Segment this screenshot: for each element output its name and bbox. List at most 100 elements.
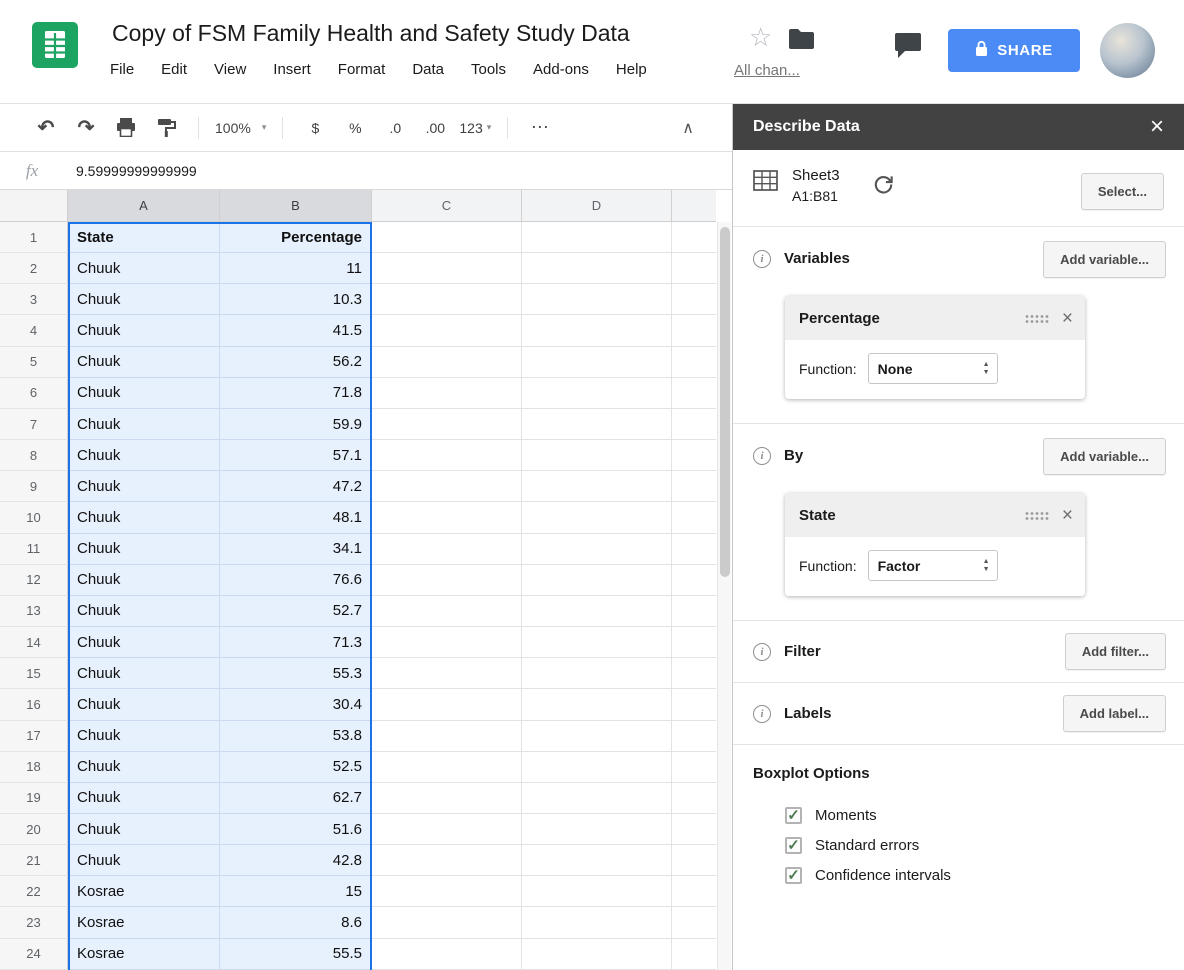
cell[interactable]: 53.8 [220, 721, 372, 752]
cell[interactable] [372, 253, 522, 284]
remove-variable-icon[interactable]: × [1062, 309, 1073, 328]
row-number[interactable]: 3 [0, 284, 68, 315]
folder-icon[interactable] [788, 28, 815, 54]
document-title[interactable]: Copy of FSM Family Health and Safety Stu… [112, 20, 630, 47]
drag-handle-icon[interactable] [1024, 314, 1050, 324]
cell[interactable] [672, 315, 716, 346]
cell[interactable] [522, 440, 672, 471]
row-number[interactable]: 14 [0, 627, 68, 658]
row-number[interactable]: 7 [0, 409, 68, 440]
row-number[interactable]: 18 [0, 752, 68, 783]
formula-input[interactable]: 9.59999999999999 [64, 163, 732, 179]
row-number[interactable]: 24 [0, 939, 68, 970]
comment-icon[interactable] [893, 33, 923, 66]
row-number[interactable]: 15 [0, 658, 68, 689]
close-icon[interactable]: × [1150, 115, 1164, 139]
menu-file[interactable]: File [110, 61, 134, 78]
cell[interactable]: 48.1 [220, 502, 372, 533]
info-icon[interactable]: i [753, 250, 771, 268]
vertical-scrollbar[interactable] [717, 222, 731, 970]
cell[interactable] [372, 440, 522, 471]
cell[interactable]: Chuuk [68, 409, 220, 440]
cell[interactable] [522, 253, 672, 284]
cell[interactable] [522, 284, 672, 315]
cell[interactable]: Chuuk [68, 721, 220, 752]
row-number[interactable]: 16 [0, 689, 68, 720]
menu-format[interactable]: Format [338, 61, 386, 78]
select-all-corner[interactable] [0, 190, 68, 221]
cell[interactable] [372, 907, 522, 938]
cell[interactable]: 76.6 [220, 565, 372, 596]
cell[interactable] [522, 409, 672, 440]
undo-button[interactable]: ↶ [30, 112, 62, 144]
format-button-[interactable]: % [339, 112, 371, 144]
cell[interactable] [672, 939, 716, 970]
cell[interactable] [522, 689, 672, 720]
cell[interactable] [672, 440, 716, 471]
cell[interactable] [672, 502, 716, 533]
cell[interactable]: Chuuk [68, 440, 220, 471]
cell[interactable] [522, 814, 672, 845]
column-header-partial[interactable] [672, 190, 716, 221]
menu-help[interactable]: Help [616, 61, 647, 78]
cell[interactable]: Chuuk [68, 814, 220, 845]
cell[interactable] [372, 939, 522, 970]
cell[interactable] [672, 689, 716, 720]
cell[interactable]: 51.6 [220, 814, 372, 845]
cell[interactable] [672, 253, 716, 284]
cell[interactable] [372, 502, 522, 533]
cell[interactable] [672, 907, 716, 938]
cell[interactable]: 71.8 [220, 378, 372, 409]
cell[interactable] [522, 783, 672, 814]
cell[interactable]: Kosrae [68, 907, 220, 938]
row-number[interactable]: 2 [0, 253, 68, 284]
checkbox-standard-errors[interactable]: ✓ [785, 837, 802, 854]
row-number[interactable]: 20 [0, 814, 68, 845]
cell[interactable] [522, 939, 672, 970]
cell[interactable]: Chuuk [68, 658, 220, 689]
cell[interactable] [672, 471, 716, 502]
cell[interactable]: 57.1 [220, 440, 372, 471]
share-button[interactable]: SHARE [948, 29, 1080, 72]
cell[interactable] [522, 378, 672, 409]
row-number[interactable]: 13 [0, 596, 68, 627]
cell[interactable] [672, 845, 716, 876]
cell[interactable]: Chuuk [68, 315, 220, 346]
cell[interactable] [672, 409, 716, 440]
cell[interactable] [372, 378, 522, 409]
cell[interactable]: 8.6 [220, 907, 372, 938]
cell[interactable] [522, 845, 672, 876]
cell[interactable] [522, 534, 672, 565]
add-by-variable-button[interactable]: Add variable... [1043, 438, 1166, 475]
format-button-[interactable]: $ [299, 112, 331, 144]
cell[interactable]: 42.8 [220, 845, 372, 876]
cell[interactable]: Chuuk [68, 253, 220, 284]
cell[interactable]: Chuuk [68, 752, 220, 783]
cell[interactable] [672, 627, 716, 658]
all-changes-link[interactable]: All chan... [734, 62, 800, 79]
row-number[interactable]: 4 [0, 315, 68, 346]
cell[interactable]: 52.7 [220, 596, 372, 627]
cell[interactable]: Chuuk [68, 783, 220, 814]
row-number[interactable]: 22 [0, 876, 68, 907]
cell[interactable]: Chuuk [68, 565, 220, 596]
cell[interactable] [672, 783, 716, 814]
cell[interactable] [372, 721, 522, 752]
cell[interactable] [522, 471, 672, 502]
menu-data[interactable]: Data [412, 61, 444, 78]
cell[interactable] [672, 565, 716, 596]
checkbox-confidence-intervals[interactable]: ✓ [785, 867, 802, 884]
drag-handle-icon[interactable] [1024, 511, 1050, 521]
cell[interactable] [522, 721, 672, 752]
function-dropdown[interactable]: None ▲▼ [868, 353, 998, 384]
cell[interactable] [672, 658, 716, 689]
format-button-0[interactable]: .0 [379, 112, 411, 144]
cell[interactable] [672, 284, 716, 315]
cell[interactable] [672, 752, 716, 783]
cell[interactable]: 10.3 [220, 284, 372, 315]
cell[interactable]: 55.5 [220, 939, 372, 970]
cell[interactable] [372, 315, 522, 346]
remove-variable-icon[interactable]: × [1062, 506, 1073, 525]
cell[interactable] [522, 907, 672, 938]
cell[interactable]: Percentage [220, 222, 372, 253]
